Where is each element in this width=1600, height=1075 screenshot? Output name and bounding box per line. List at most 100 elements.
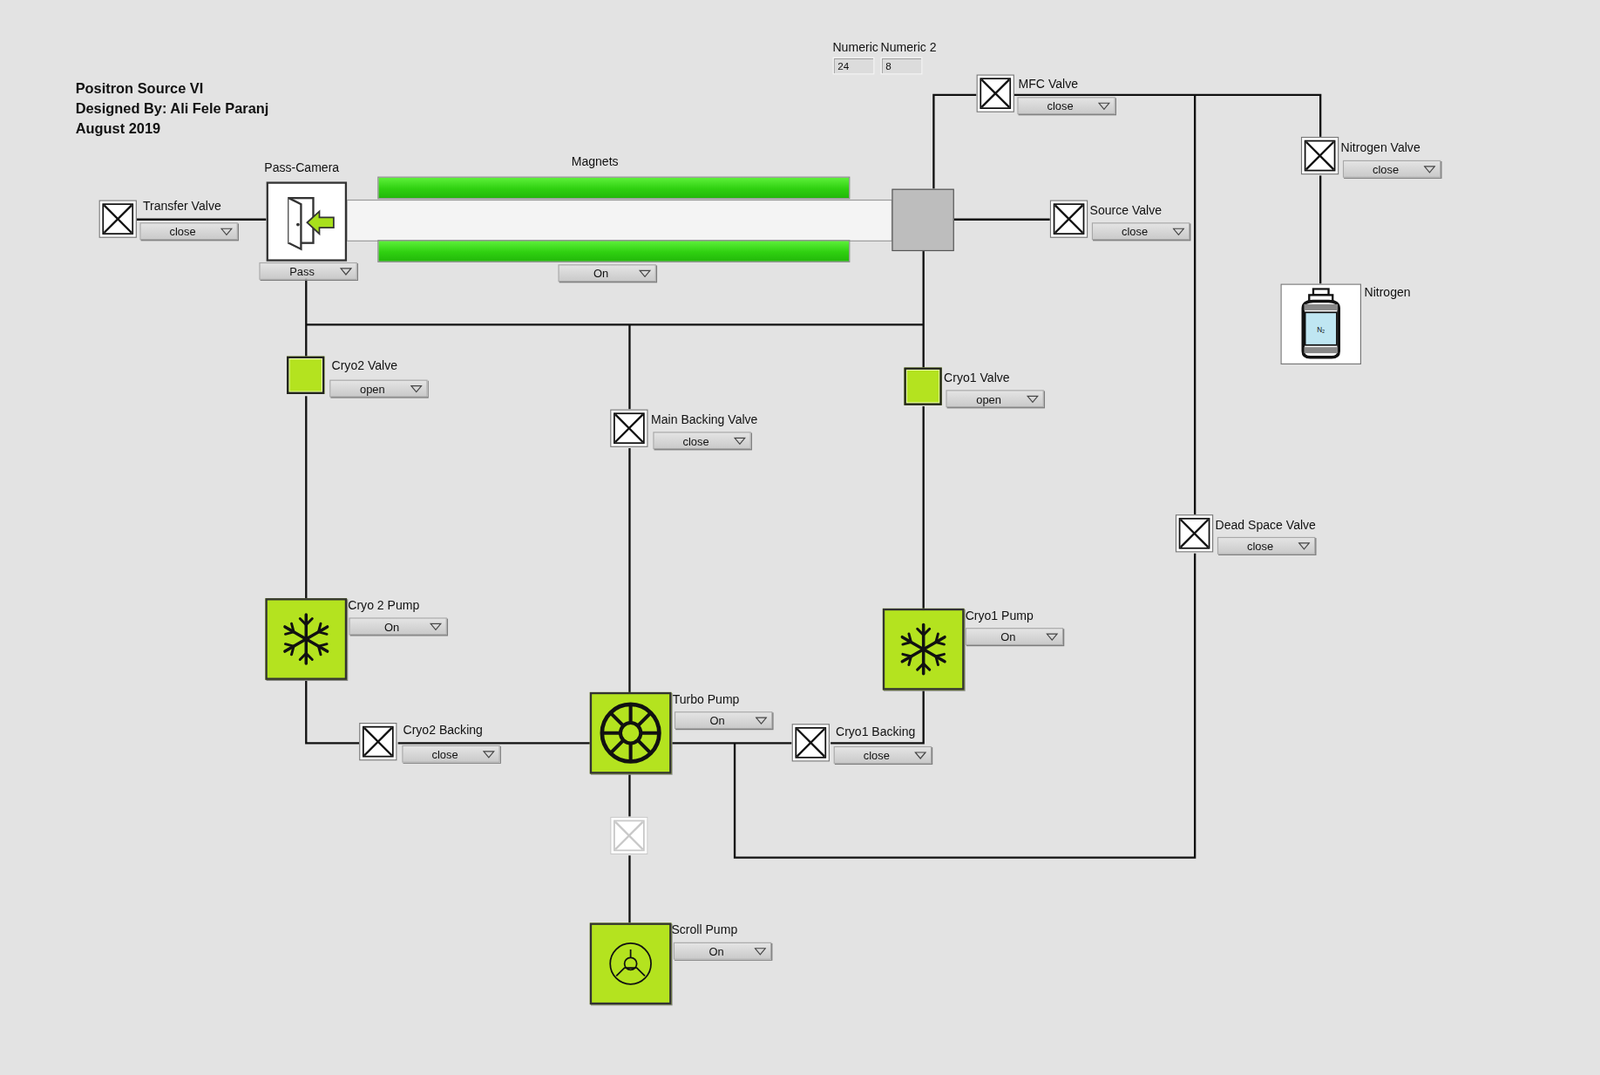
numeric-field[interactable]: 8 bbox=[881, 57, 923, 75]
valve-dropdown[interactable]: close bbox=[401, 745, 500, 763]
valve-dropdown[interactable]: close bbox=[1342, 160, 1441, 178]
dropdown-value: Pass bbox=[264, 264, 340, 278]
pump-label: Cryo1 Pump bbox=[965, 608, 1034, 623]
valve[interactable] bbox=[610, 409, 648, 448]
valve-label: Main Backing Valve bbox=[650, 412, 758, 427]
pipe-line bbox=[628, 324, 631, 409]
dropdown-value: open bbox=[334, 380, 411, 395]
dropdown-value: open bbox=[950, 391, 1027, 406]
dropdown-value: close bbox=[406, 746, 483, 761]
gas-cylinder-icon: N₂ bbox=[1282, 285, 1360, 363]
pipe-line bbox=[922, 406, 925, 609]
pump-dropdown[interactable]: On bbox=[674, 711, 773, 729]
scroll-valve[interactable] bbox=[610, 816, 648, 855]
pump[interactable] bbox=[589, 691, 672, 774]
dropdown-arrow-icon bbox=[429, 622, 442, 631]
magnet-bar bbox=[377, 239, 850, 263]
valve-label: Transfer Valve bbox=[142, 198, 222, 213]
pipe-line bbox=[830, 688, 924, 743]
closed-valve-icon bbox=[1302, 138, 1337, 173]
dropdown-arrow-icon bbox=[339, 267, 353, 276]
header-line: Positron Source VI bbox=[75, 77, 270, 98]
valve-dropdown[interactable]: close bbox=[1091, 222, 1190, 240]
magnet-bar bbox=[377, 176, 850, 200]
dropdown-value: On bbox=[679, 712, 756, 727]
closed-valve-icon bbox=[612, 411, 647, 446]
magnets-dropdown[interactable]: On bbox=[557, 264, 656, 282]
pass-camera-dropdown[interactable]: Pass bbox=[258, 262, 357, 280]
closed-valve-icon bbox=[793, 725, 828, 760]
source-chamber bbox=[891, 189, 954, 251]
closed-valve-icon bbox=[978, 76, 1013, 111]
dropdown-arrow-icon bbox=[1172, 227, 1185, 236]
pump-dropdown[interactable]: On bbox=[965, 627, 1064, 645]
valve-label: Dead Space Valve bbox=[1215, 517, 1316, 532]
pipe-line bbox=[1014, 94, 1321, 137]
valve-dropdown[interactable]: open bbox=[329, 379, 428, 398]
numeric-control: Numeric 2 8 bbox=[881, 40, 937, 75]
header-line: August 2019 bbox=[75, 118, 270, 139]
magnets-label: Magnets bbox=[571, 154, 619, 169]
valve[interactable] bbox=[976, 74, 1015, 112]
closed-valve-icon bbox=[1177, 515, 1212, 550]
pump-dropdown[interactable]: On bbox=[348, 616, 447, 635]
dropdown-value: On bbox=[562, 265, 639, 280]
diagram-canvas: Positron Source VIDesigned By: Ali Fele … bbox=[0, 0, 1600, 1075]
pipe-line bbox=[1319, 175, 1322, 284]
pipe-line bbox=[954, 218, 1051, 221]
header-line: Designed By: Ali Fele Paranj bbox=[75, 97, 270, 118]
pump[interactable] bbox=[264, 597, 347, 680]
dropdown-arrow-icon bbox=[1045, 632, 1058, 641]
valve[interactable] bbox=[792, 723, 830, 761]
valve[interactable] bbox=[99, 200, 137, 238]
numeric-field[interactable]: 24 bbox=[832, 57, 875, 75]
door-arrow-icon bbox=[268, 183, 346, 260]
pump-label: Scroll Pump bbox=[671, 922, 738, 937]
beam-tube bbox=[346, 200, 892, 242]
header: Positron Source VIDesigned By: Ali Fele … bbox=[75, 77, 270, 139]
valve[interactable] bbox=[286, 356, 325, 394]
valve-dropdown[interactable]: close bbox=[139, 222, 238, 240]
scroll-pump-icon bbox=[604, 937, 657, 990]
pump[interactable] bbox=[882, 608, 965, 691]
pump[interactable] bbox=[589, 922, 672, 1005]
pump-label: Cryo 2 Pump bbox=[347, 597, 420, 612]
valve-label: Cryo1 Valve bbox=[943, 370, 1011, 385]
valve-label: Cryo2 Backing bbox=[403, 722, 483, 737]
pipe-line bbox=[734, 553, 1195, 858]
dropdown-arrow-icon bbox=[753, 947, 767, 956]
dropdown-value: On bbox=[678, 943, 755, 958]
valve-label: Cryo2 Valve bbox=[332, 358, 399, 373]
dropdown-arrow-icon bbox=[1026, 394, 1039, 403]
front-panel: Positron Source VIDesigned By: Ali Fele … bbox=[0, 0, 1600, 1075]
valve[interactable] bbox=[1301, 136, 1339, 175]
pipe-line bbox=[933, 94, 977, 190]
valve-label: Cryo1 Backing bbox=[835, 724, 916, 739]
pass-camera[interactable] bbox=[266, 181, 348, 261]
dropdown-value: On bbox=[970, 629, 1047, 644]
valve-dropdown[interactable]: close bbox=[833, 745, 932, 764]
valve-dropdown[interactable]: close bbox=[1016, 96, 1115, 115]
dropdown-arrow-icon bbox=[638, 269, 651, 278]
valve[interactable] bbox=[1050, 200, 1088, 238]
dropdown-arrow-icon bbox=[1098, 101, 1111, 110]
pipe-line bbox=[628, 854, 631, 923]
dropdown-value: close bbox=[1097, 223, 1173, 238]
valve-dropdown[interactable]: open bbox=[945, 389, 1044, 407]
valve-dropdown[interactable]: close bbox=[652, 431, 751, 449]
pipe-line bbox=[305, 395, 307, 598]
dropdown-arrow-icon bbox=[410, 384, 423, 393]
pump-dropdown[interactable]: On bbox=[673, 942, 772, 960]
pump-label: Turbo Pump bbox=[672, 691, 740, 706]
tank-text: N₂ bbox=[1316, 325, 1325, 334]
nitrogen-tank: N₂ bbox=[1281, 284, 1363, 366]
valve[interactable] bbox=[903, 367, 942, 406]
closed-valve-icon bbox=[361, 724, 396, 759]
nitrogen-label: Nitrogen bbox=[1364, 284, 1411, 299]
valve-label: MFC Valve bbox=[1018, 76, 1078, 91]
pipe-line bbox=[398, 741, 590, 744]
valve[interactable] bbox=[1175, 514, 1214, 552]
dropdown-arrow-icon bbox=[1423, 165, 1436, 174]
valve-dropdown[interactable]: close bbox=[1217, 536, 1316, 555]
valve[interactable] bbox=[359, 722, 397, 760]
